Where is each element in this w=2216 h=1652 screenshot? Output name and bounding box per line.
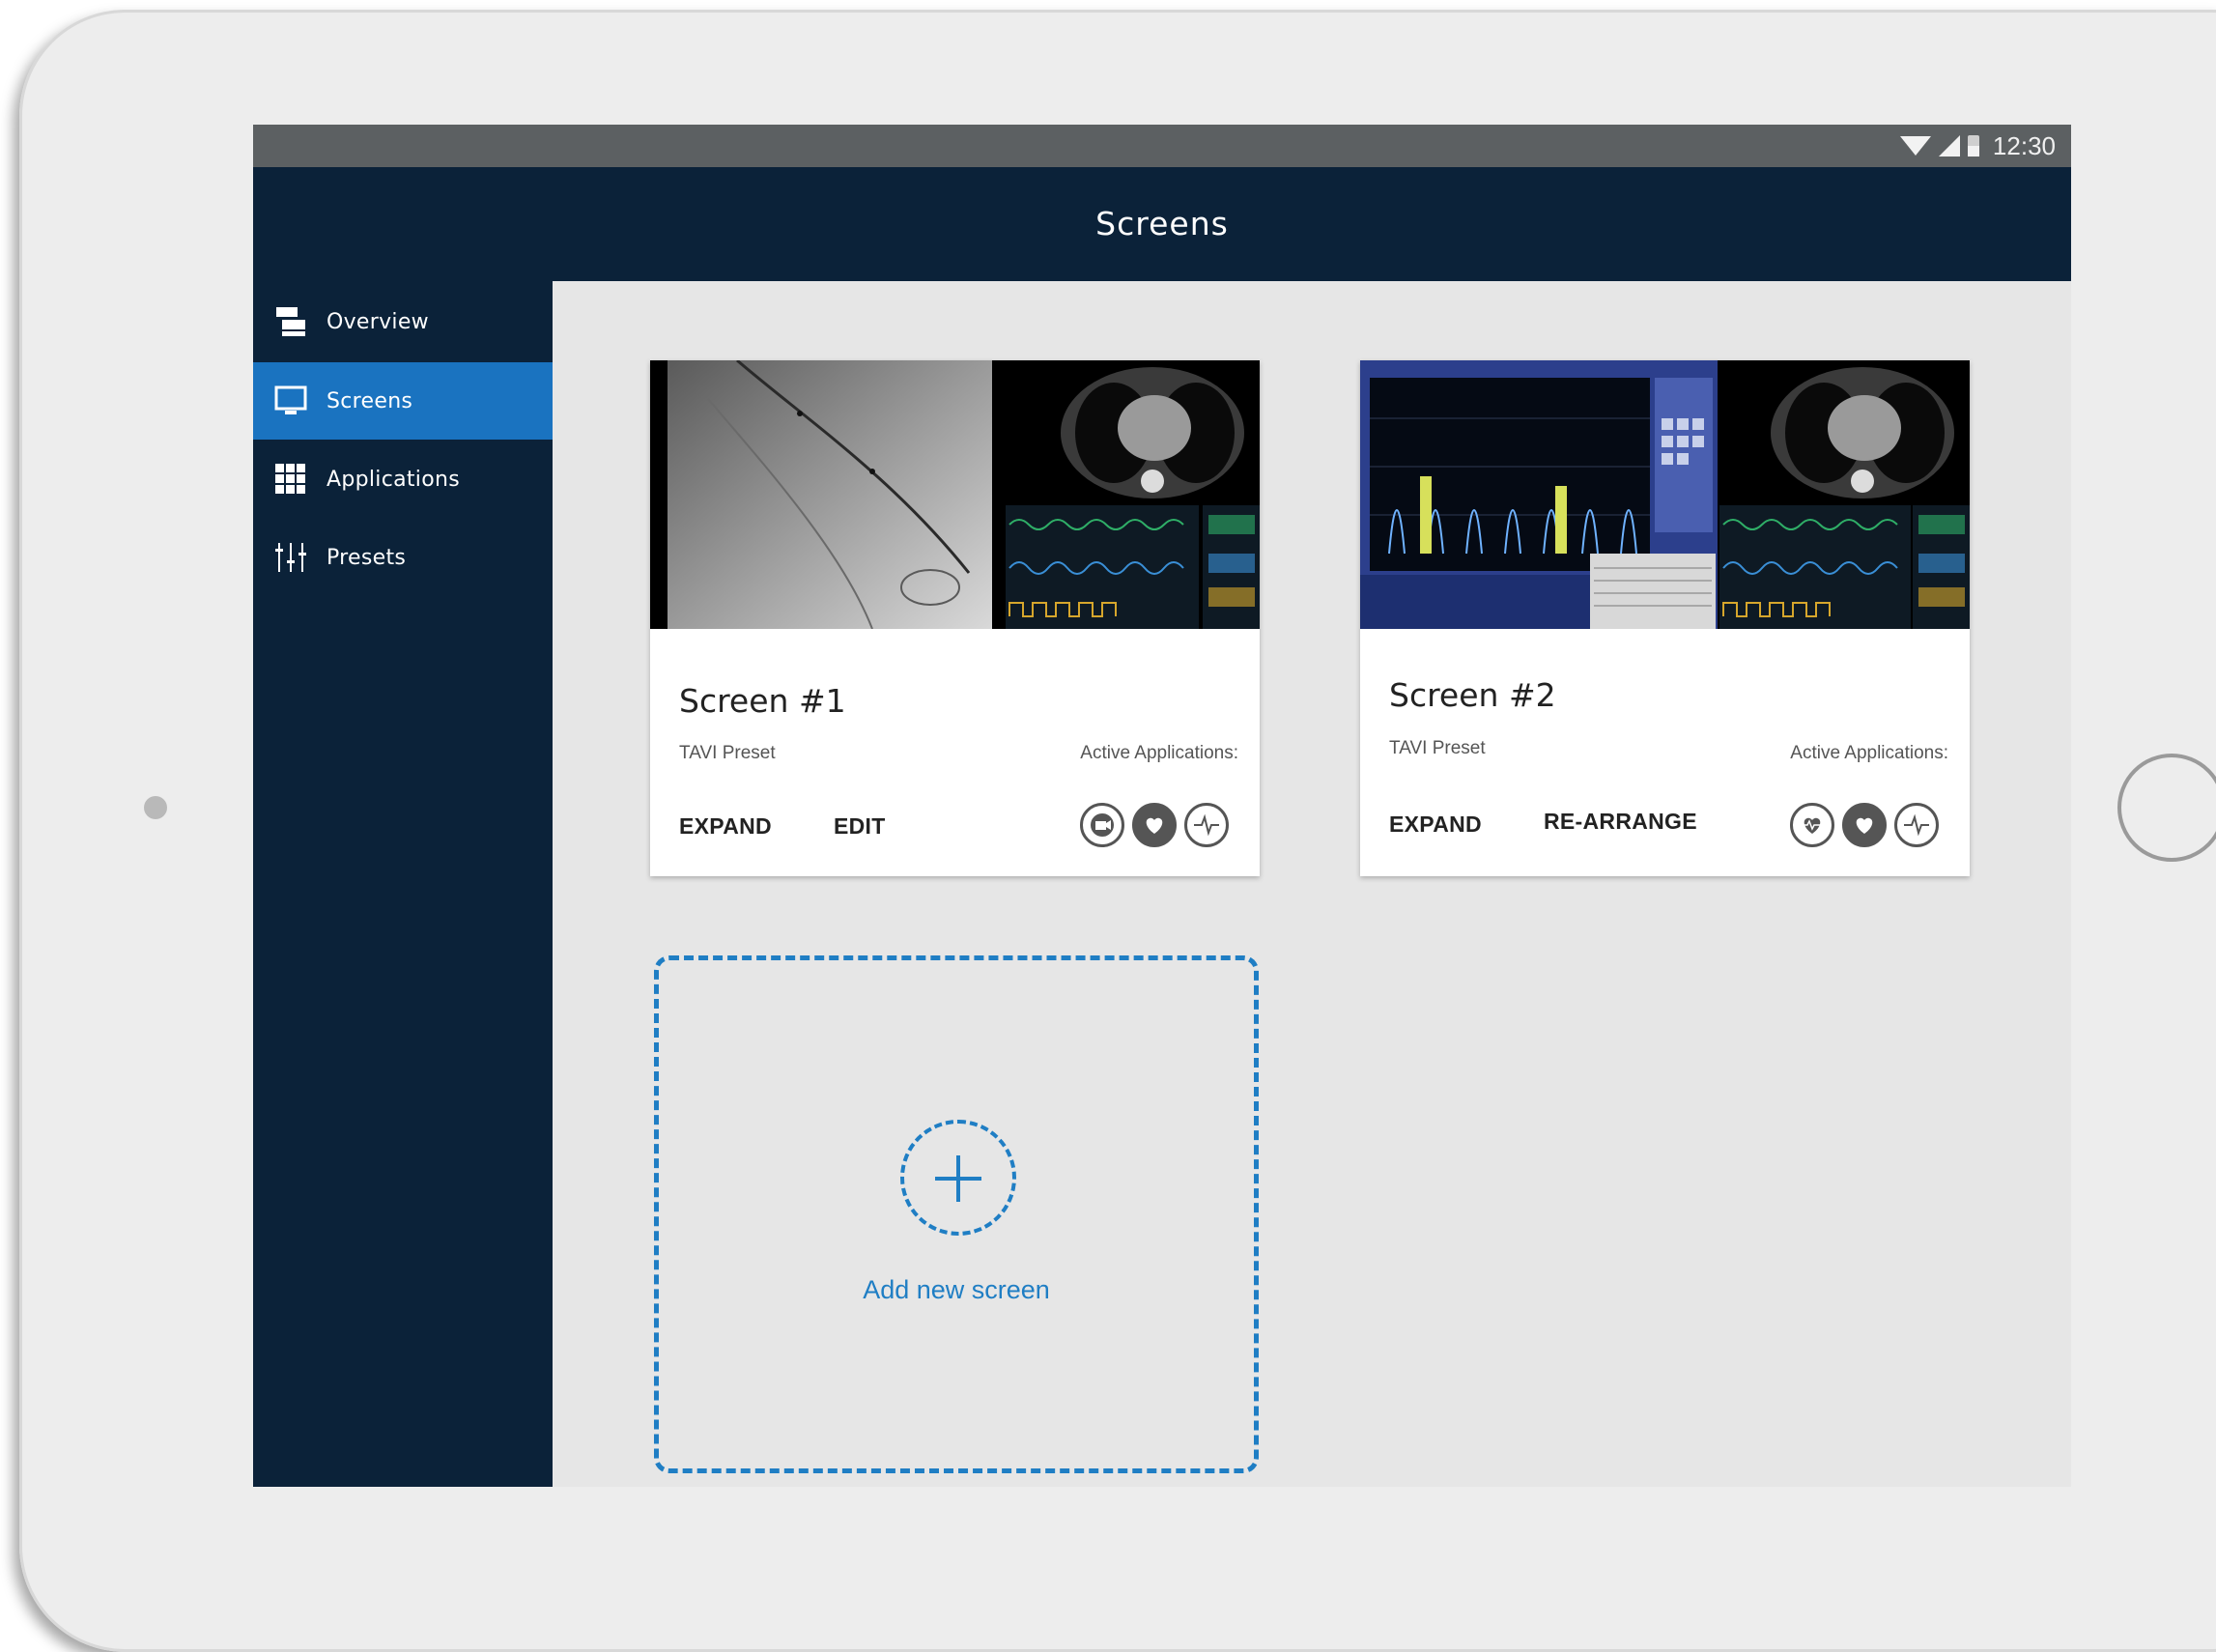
screen-card[interactable]: Screen #2 TAVI Preset Active Application… [1360, 360, 1970, 876]
battery-icon [1967, 135, 1979, 157]
card-title: Screen #1 [679, 682, 846, 720]
monitor-icon [274, 385, 307, 417]
plus-icon [900, 1120, 1016, 1236]
expand-button[interactable]: EXPAND [679, 813, 772, 840]
screen-thumbnail [650, 360, 1260, 629]
app-bar: Screens [253, 167, 2071, 281]
active-applications-label: Active Applications: [1080, 743, 1238, 763]
sidebar-item-label: Overview [327, 309, 429, 334]
sidebar-item-label: Applications [327, 467, 460, 492]
sidebar-item-presets[interactable]: Presets [253, 519, 553, 596]
pulse-icon[interactable] [1894, 803, 1939, 847]
sidebar-item-applications[interactable]: Applications [253, 441, 553, 518]
status-icons: 12:30 [1899, 130, 2056, 161]
active-apps [1080, 803, 1229, 847]
overview-icon [274, 305, 307, 338]
front-camera [144, 796, 167, 819]
add-new-screen-label: Add new screen [863, 1275, 1050, 1304]
grid-icon [274, 463, 307, 496]
card-preset: TAVI Preset [679, 743, 776, 763]
active-apps [1790, 803, 1939, 847]
signal-icon [1938, 135, 1960, 157]
heart-icon[interactable] [1842, 803, 1887, 847]
wifi-icon [1899, 136, 1931, 156]
heart-icon[interactable] [1132, 803, 1177, 847]
sidebar-item-label: Presets [327, 545, 407, 570]
device-screen: 12:30 Screens Overview Screens Applicati… [253, 125, 2071, 1487]
screen-thumbnail [1360, 360, 1970, 629]
pulse-icon[interactable] [1184, 803, 1229, 847]
video-camera-icon[interactable] [1080, 803, 1124, 847]
sidebar: Overview Screens Applications Presets [253, 281, 553, 1487]
card-title: Screen #2 [1389, 676, 1556, 714]
heart-scan-icon[interactable] [1790, 803, 1834, 847]
expand-button[interactable]: EXPAND [1389, 812, 1482, 838]
edit-button[interactable]: EDIT [834, 813, 886, 840]
sidebar-item-overview[interactable]: Overview [253, 283, 553, 360]
add-new-screen-button[interactable]: Add new screen [654, 955, 1259, 1473]
sidebar-item-label: Screens [327, 388, 413, 413]
tablet-frame: 12:30 Screens Overview Screens Applicati… [19, 10, 2216, 1652]
page-title: Screens [1095, 205, 1229, 242]
status-bar: 12:30 [253, 125, 2071, 167]
home-button[interactable] [2117, 754, 2216, 862]
sidebar-item-screens[interactable]: Screens [253, 362, 553, 440]
active-applications-label: Active Applications: [1790, 743, 1948, 763]
screen-card[interactable]: Screen #1 TAVI Preset Active Application… [650, 360, 1260, 876]
sliders-icon [274, 541, 307, 574]
status-time: 12:30 [1992, 130, 2056, 160]
re-arrange-button[interactable]: RE-ARRANGE [1544, 809, 1697, 835]
card-preset: TAVI Preset [1389, 738, 1486, 758]
